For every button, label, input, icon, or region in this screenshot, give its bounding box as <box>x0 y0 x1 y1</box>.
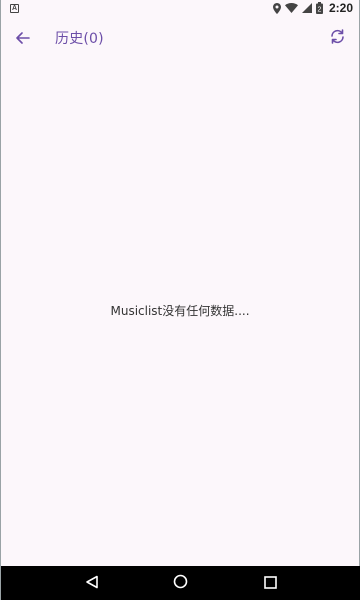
refresh-button[interactable] <box>317 20 357 56</box>
back-triangle-icon <box>85 574 99 593</box>
nav-home-button[interactable] <box>161 566 201 600</box>
back-button[interactable] <box>3 20 43 56</box>
location-icon <box>272 2 281 14</box>
arrow-left-icon <box>16 29 30 48</box>
app-screen: A 2 2:20 历史(0) Musiclist没有任何数据.... <box>0 0 360 600</box>
nav-back-button[interactable] <box>72 566 112 600</box>
system-nav-bar <box>1 566 360 600</box>
battery-icon: 2 <box>315 2 323 14</box>
home-circle-icon <box>173 574 188 593</box>
empty-state-message: Musiclist没有任何数据.... <box>110 304 250 318</box>
page-title: 历史(0) <box>55 31 104 47</box>
signal-icon <box>301 3 312 13</box>
nav-recents-button[interactable] <box>250 566 290 600</box>
notification-icon: A <box>10 3 19 13</box>
refresh-icon <box>329 28 346 48</box>
notification-icon-label: A <box>11 4 18 12</box>
recents-square-icon <box>264 574 277 593</box>
status-bar: A 2 2:20 <box>1 0 359 16</box>
app-bar: 历史(0) <box>1 20 359 56</box>
battery-digit: 2 <box>318 7 322 14</box>
status-time: 2:20 <box>328 1 353 15</box>
wifi-icon <box>284 3 298 13</box>
